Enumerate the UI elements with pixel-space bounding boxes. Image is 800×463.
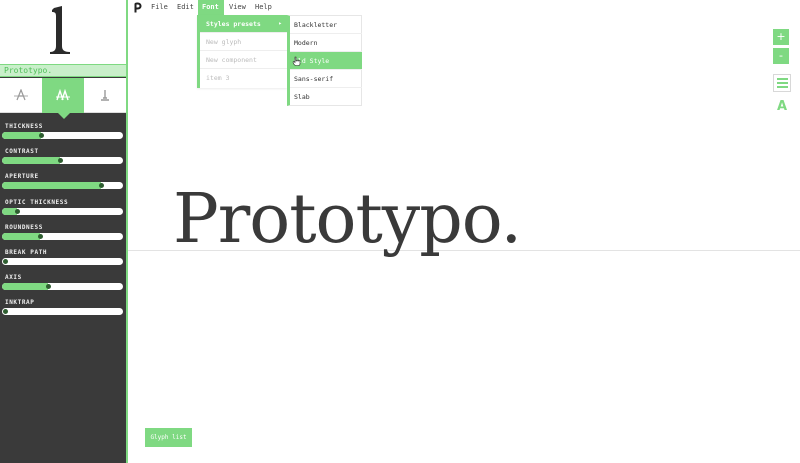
hamburger-line	[777, 78, 788, 80]
slider-knob[interactable]	[39, 133, 44, 138]
slider-knob[interactable]	[99, 183, 104, 188]
slider-fill	[2, 233, 40, 240]
font-tool-icon[interactable]: A	[777, 99, 787, 114]
param-label: OPTIC THICKNESS	[5, 199, 69, 206]
panel-tabs	[0, 78, 126, 113]
param-label: THICKNESS	[5, 123, 43, 130]
slider-knob[interactable]	[38, 234, 43, 239]
hamburger-line	[777, 86, 788, 88]
preset-sans-serif[interactable]: Sans-serif	[290, 70, 362, 88]
menu-view[interactable]: View	[225, 0, 250, 15]
tab-glyph[interactable]	[84, 78, 126, 113]
zoom-in-button[interactable]: +	[773, 29, 789, 45]
tab-font[interactable]	[0, 78, 42, 113]
slider-track[interactable]	[2, 182, 123, 189]
glyph-settings-icon	[101, 90, 109, 101]
param-inktrap: INKTRAP	[0, 299, 126, 324]
glyph-list-button[interactable]: Glyph list	[145, 428, 192, 447]
glyph-l-icon	[50, 6, 70, 54]
param-contrast: CONTRAST	[0, 148, 126, 173]
font-name-bar[interactable]: Prototypo.	[0, 64, 126, 77]
param-aperture: APERTURE	[0, 173, 126, 198]
slider-track[interactable]	[2, 258, 123, 265]
slider-fill	[2, 132, 41, 139]
param-optic-thickness: OPTIC THICKNESS	[0, 199, 126, 224]
param-label: CONTRAST	[5, 148, 39, 155]
menu-item-label: Styles presets	[206, 20, 261, 28]
preset-slab[interactable]: Slab	[290, 88, 362, 106]
slider-knob[interactable]	[15, 209, 20, 214]
font-settings-icon	[14, 89, 28, 101]
param-break-path: BREAK PATH	[0, 249, 126, 274]
menu-font[interactable]: Font	[198, 0, 224, 15]
slider-fill	[2, 283, 48, 290]
param-label: INKTRAP	[5, 299, 35, 306]
preset-modern[interactable]: Modern	[290, 34, 362, 52]
preset-blackletter[interactable]: Blackletter	[290, 16, 362, 34]
slider-fill	[2, 182, 101, 189]
slider-knob[interactable]	[46, 284, 51, 289]
slider-knob[interactable]	[3, 259, 8, 264]
parameters-icon	[56, 89, 70, 101]
menu-help[interactable]: Help	[251, 0, 276, 15]
hand-cursor-icon	[292, 56, 301, 66]
param-roundness: ROUNDNESS	[0, 224, 126, 249]
menu-file[interactable]: File	[147, 0, 172, 15]
menu-bar: File Edit Font View Help	[128, 0, 800, 15]
menu-item-new-glyph[interactable]: New glyph	[200, 33, 287, 51]
prototypo-logo-icon[interactable]	[133, 2, 142, 13]
submenu-arrow-icon: ▸	[278, 20, 282, 27]
menu-item-3[interactable]: item 3	[200, 69, 287, 87]
param-axis: AXIS	[0, 274, 126, 299]
hamburger-icon[interactable]	[773, 74, 791, 92]
param-label: AXIS	[5, 274, 22, 281]
slider-track[interactable]	[2, 208, 123, 215]
slider-fill	[2, 157, 60, 164]
param-label: ROUNDNESS	[5, 224, 43, 231]
param-label: APERTURE	[5, 173, 39, 180]
left-panel: Prototypo. THICKNESS CONTRAST APERTURE O…	[0, 0, 128, 463]
font-preview-text[interactable]: Prototypo.	[173, 186, 522, 254]
menu-item-new-component[interactable]: New component	[200, 51, 287, 69]
glyph-preview	[0, 0, 126, 64]
font-name: Prototypo.	[4, 66, 53, 75]
zoom-out-button[interactable]: -	[773, 48, 789, 64]
active-tab-indicator	[58, 113, 70, 119]
slider-knob[interactable]	[3, 309, 8, 314]
menu-item-styles-presets[interactable]: Styles presets ▸	[200, 15, 287, 33]
slider-track[interactable]	[2, 233, 123, 240]
slider-track[interactable]	[2, 132, 123, 139]
param-label: BREAK PATH	[5, 249, 48, 256]
tab-parameters[interactable]	[42, 78, 84, 113]
hamburger-line	[777, 82, 788, 84]
menu-edit[interactable]: Edit	[173, 0, 198, 15]
slider-knob[interactable]	[58, 158, 63, 163]
slider-track[interactable]	[2, 308, 123, 315]
font-menu-dropdown: Styles presets ▸ New glyph New component…	[197, 15, 287, 88]
slider-track[interactable]	[2, 283, 123, 290]
param-thickness: THICKNESS	[0, 123, 126, 148]
